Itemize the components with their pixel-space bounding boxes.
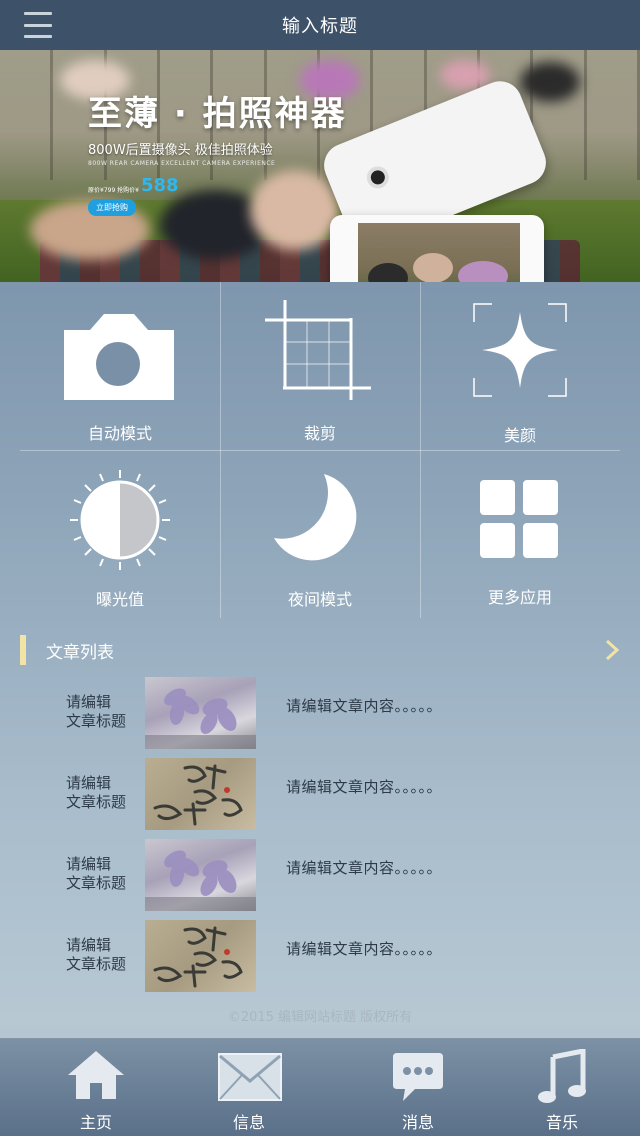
grid-item-crop[interactable]: 裁剪 xyxy=(220,282,420,450)
chevron-right-icon[interactable] xyxy=(604,638,620,668)
camera-lens-icon xyxy=(363,163,393,192)
article-title: 请编辑 文章标题 xyxy=(66,774,127,811)
article-excerpt: 请编辑文章内容。。。。。 xyxy=(286,940,443,958)
moon-icon xyxy=(274,474,357,561)
article-title: 请编辑 文章标题 xyxy=(66,936,127,973)
phone-front-image xyxy=(330,215,544,282)
menu-icon[interactable] xyxy=(24,12,52,38)
grid-item-label: 夜间模式 xyxy=(287,590,352,609)
banner-subline: 800W后置摄像头 极佳拍照体验 xyxy=(88,143,273,158)
banner-subline-en: 800W REAR CAMERA EXCELLENT CAMERA EXPERI… xyxy=(88,160,276,167)
bottom-tab-bar: 主页 信息 消息 音乐 xyxy=(0,1038,640,1136)
tab-music[interactable]: 音乐 xyxy=(497,1039,627,1136)
grid-item-exposure[interactable]: 曝光值 xyxy=(20,450,220,618)
list-item[interactable]: 请编辑 文章标题 请编辑文章内容。。。。。 xyxy=(0,677,640,749)
banner-copy: 至薄 · 拍照神器 800W后置摄像头 极佳拍照体验 800W REAR CAM… xyxy=(88,86,347,216)
grid-item-label: 裁剪 xyxy=(303,424,336,443)
article-excerpt: 请编辑文章内容。。。。。 xyxy=(286,859,443,877)
list-item[interactable]: 请编辑 文章标题 请编辑文章内容。。。。。 xyxy=(0,758,640,830)
grid-item-label: 更多应用 xyxy=(487,588,552,607)
feature-grid: 自动模式 裁剪 美颜 曝光值 夜间模式 更多应用 xyxy=(0,282,640,618)
grid-item-beauty[interactable]: 美颜 xyxy=(420,282,620,450)
sparkle-icon xyxy=(473,303,567,397)
article-excerpt: 请编辑文章内容。。。。。 xyxy=(286,778,443,796)
article-title: 请编辑 文章标题 xyxy=(66,693,127,730)
grid-item-night-mode[interactable]: 夜间模式 xyxy=(220,450,420,618)
article-thumbnail xyxy=(145,758,256,830)
top-header: 输入标题 xyxy=(0,0,640,50)
buy-now-button[interactable]: 立即抢购 xyxy=(88,199,136,216)
envelope-icon xyxy=(218,1053,282,1101)
tab-label: 消息 xyxy=(401,1113,434,1132)
article-thumbnail xyxy=(145,920,256,992)
list-item[interactable]: 请编辑 文章标题 请编辑文章内容。。。。。 xyxy=(0,839,640,911)
list-item[interactable]: 请编辑 文章标题 请编辑文章内容。。。。。 xyxy=(0,920,640,992)
exposure-icon xyxy=(70,470,170,570)
camera-icon xyxy=(64,314,174,400)
tab-label: 主页 xyxy=(79,1113,112,1132)
price-note: 原价¥799 抢购价¥ xyxy=(88,187,139,194)
chat-bubble-icon xyxy=(393,1053,443,1101)
banner-headline: 至薄 · 拍照神器 xyxy=(88,94,347,134)
tab-label: 音乐 xyxy=(545,1113,578,1132)
article-thumbnail xyxy=(145,839,256,911)
copyright-text: ©2015 编辑网站标题 版权所有 xyxy=(227,1010,413,1025)
grid-item-auto-mode[interactable]: 自动模式 xyxy=(20,282,220,450)
crop-icon xyxy=(265,300,371,400)
home-icon xyxy=(68,1051,124,1099)
tab-label: 信息 xyxy=(232,1113,265,1132)
price-value: 588 xyxy=(141,175,179,196)
grid-item-label: 曝光值 xyxy=(95,590,144,609)
tab-home[interactable]: 主页 xyxy=(31,1039,161,1136)
page-title: 输入标题 xyxy=(282,16,358,37)
tab-messages[interactable]: 消息 xyxy=(353,1039,483,1136)
promo-banner[interactable]: 至薄 · 拍照神器 800W后置摄像头 极佳拍照体验 800W REAR CAM… xyxy=(0,50,640,282)
article-title: 请编辑 文章标题 xyxy=(66,855,127,892)
price-row: 原价¥799 抢购价¥ 588 xyxy=(88,177,347,195)
article-section-header: 文章列表 xyxy=(20,634,620,666)
tab-info[interactable]: 信息 xyxy=(184,1039,314,1136)
grid-item-label: 美颜 xyxy=(503,426,536,445)
article-excerpt: 请编辑文章内容。。。。。 xyxy=(286,697,443,715)
section-accent-bar xyxy=(20,635,26,665)
section-title: 文章列表 xyxy=(46,642,114,663)
grid-item-label: 自动模式 xyxy=(87,424,152,443)
article-thumbnail xyxy=(145,677,256,749)
apps-grid-icon xyxy=(480,480,558,558)
music-note-icon xyxy=(538,1049,586,1103)
grid-item-more-apps[interactable]: 更多应用 xyxy=(420,450,620,618)
